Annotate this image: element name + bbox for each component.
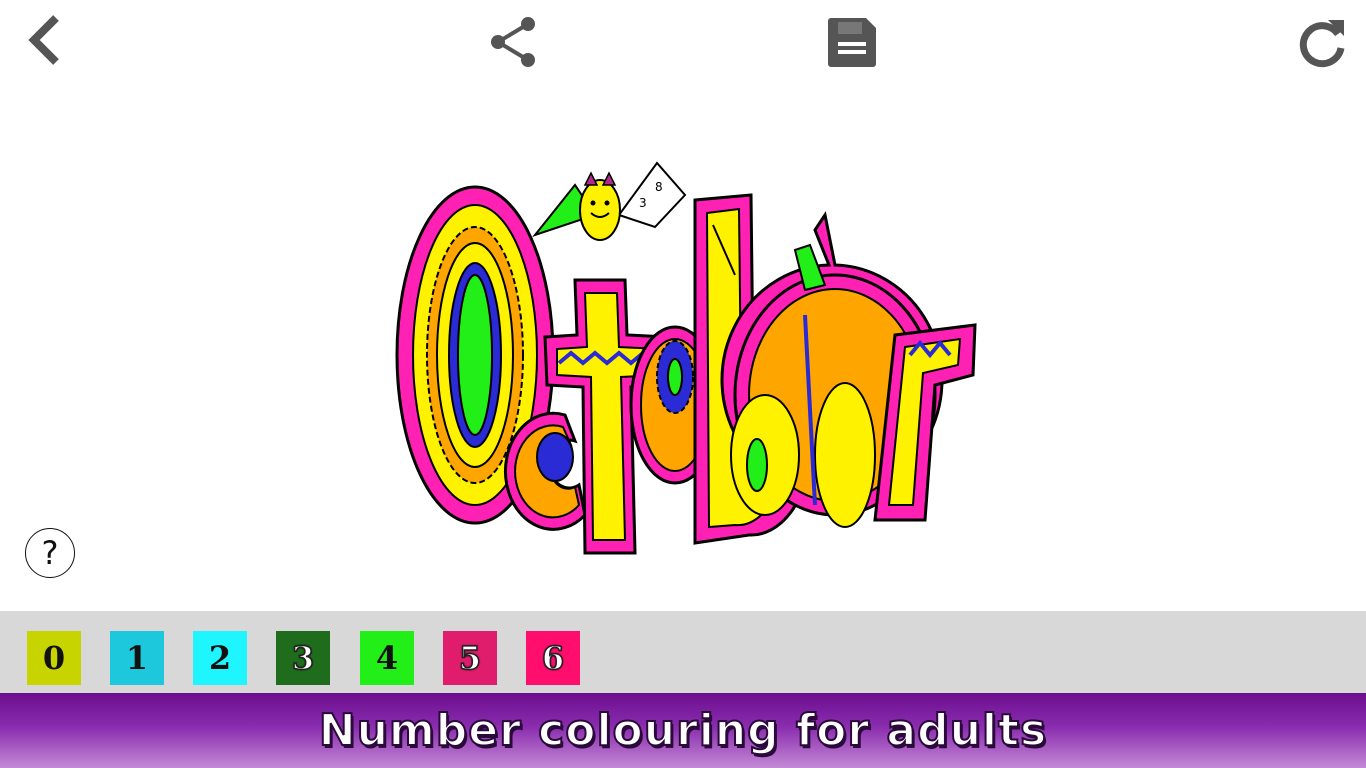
palette-swatch-3[interactable]: 3 (276, 631, 330, 685)
banner-title: Number colouring for adults (318, 704, 1048, 757)
palette-swatch-4[interactable]: 4 (360, 631, 414, 685)
help-button[interactable]: ? (25, 528, 75, 578)
color-palette: 0123456 (0, 611, 1366, 693)
bat-wing-number-b: 8 (655, 180, 663, 194)
palette-swatch-6[interactable]: 6 (526, 631, 580, 685)
october-artwork-image: 3 8 (395, 161, 977, 555)
back-button[interactable] (18, 12, 70, 68)
share-icon (491, 17, 535, 67)
chevron-left-icon (28, 15, 59, 65)
reset-button[interactable] (1292, 12, 1352, 72)
palette-swatch-1[interactable]: 1 (110, 631, 164, 685)
share-button[interactable] (484, 14, 544, 72)
save-button[interactable] (822, 12, 882, 72)
palette-swatch-2[interactable]: 2 (193, 631, 247, 685)
promo-banner: Number colouring for adults (0, 693, 1366, 768)
palette-swatch-5[interactable]: 5 (443, 631, 497, 685)
letter-c (503, 411, 587, 531)
bat-figure: 3 8 (532, 161, 687, 241)
refresh-icon (1299, 20, 1345, 68)
palette-swatch-0[interactable]: 0 (27, 631, 81, 685)
bat-wing-number-a: 3 (639, 196, 647, 210)
coloring-artwork[interactable]: 3 8 (395, 155, 980, 565)
floppy-disk-icon (828, 18, 876, 67)
